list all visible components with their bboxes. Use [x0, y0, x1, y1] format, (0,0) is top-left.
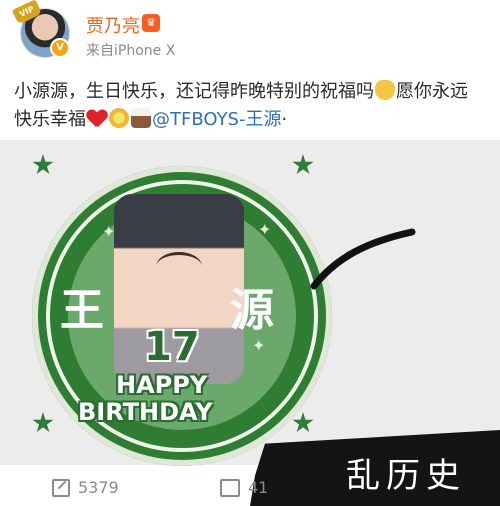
star-icon: [32, 412, 54, 433]
star-icon: [32, 154, 54, 175]
star-icon: [292, 412, 314, 433]
birthday-badge: 王 源 17 HAPPY BIRTHDAY ✦ ✦ ✦: [32, 166, 332, 466]
birthday-label: BIRTHDAY: [78, 398, 213, 426]
share-count: 5379: [78, 478, 119, 497]
comment-count: 41: [248, 478, 269, 497]
sparkle-icon: ✦: [252, 336, 266, 355]
post-footer: 5379 41: [0, 470, 500, 506]
share-icon: [52, 478, 70, 497]
name-right-char: 源: [230, 285, 274, 336]
trailing-dot: ·: [281, 109, 288, 130]
vip-badge-icon: ♛: [142, 14, 160, 32]
verified-icon: V: [50, 38, 70, 58]
username[interactable]: 贾乃亮: [86, 12, 140, 38]
post-text: 小源源，生日快乐，还记得昨晚特别的祝福吗 愿你永远快乐幸福 @TFBOYS-王源·: [14, 78, 484, 134]
pray-emoji-icon: [375, 80, 395, 100]
post-source: 来自iPhone X: [86, 43, 176, 59]
share-button[interactable]: 5379: [52, 478, 119, 497]
comment-icon: [220, 478, 240, 497]
comment-button[interactable]: 41: [220, 478, 268, 497]
name-left-char: 王: [60, 285, 104, 336]
cake-emoji-icon: [131, 108, 151, 128]
sparkle-icon: ✦: [102, 222, 116, 241]
flower-emoji-icon: [109, 108, 129, 128]
post-text-part1: 小源源，生日快乐，还记得昨晚特别的祝福吗: [14, 81, 374, 102]
brush-stroke: [310, 228, 416, 290]
sparkle-icon: ✦: [258, 220, 272, 239]
heart-emoji-icon: [87, 110, 107, 128]
post-image[interactable]: 王 源 17 HAPPY BIRTHDAY ✦ ✦ ✦: [0, 140, 500, 466]
mention-link[interactable]: @TFBOYS-王源: [152, 109, 281, 130]
avatar-container[interactable]: VIP V: [11, 0, 70, 58]
happy-label: HAPPY: [116, 371, 208, 399]
age-number: 17: [144, 324, 200, 370]
star-icon: [292, 154, 314, 175]
